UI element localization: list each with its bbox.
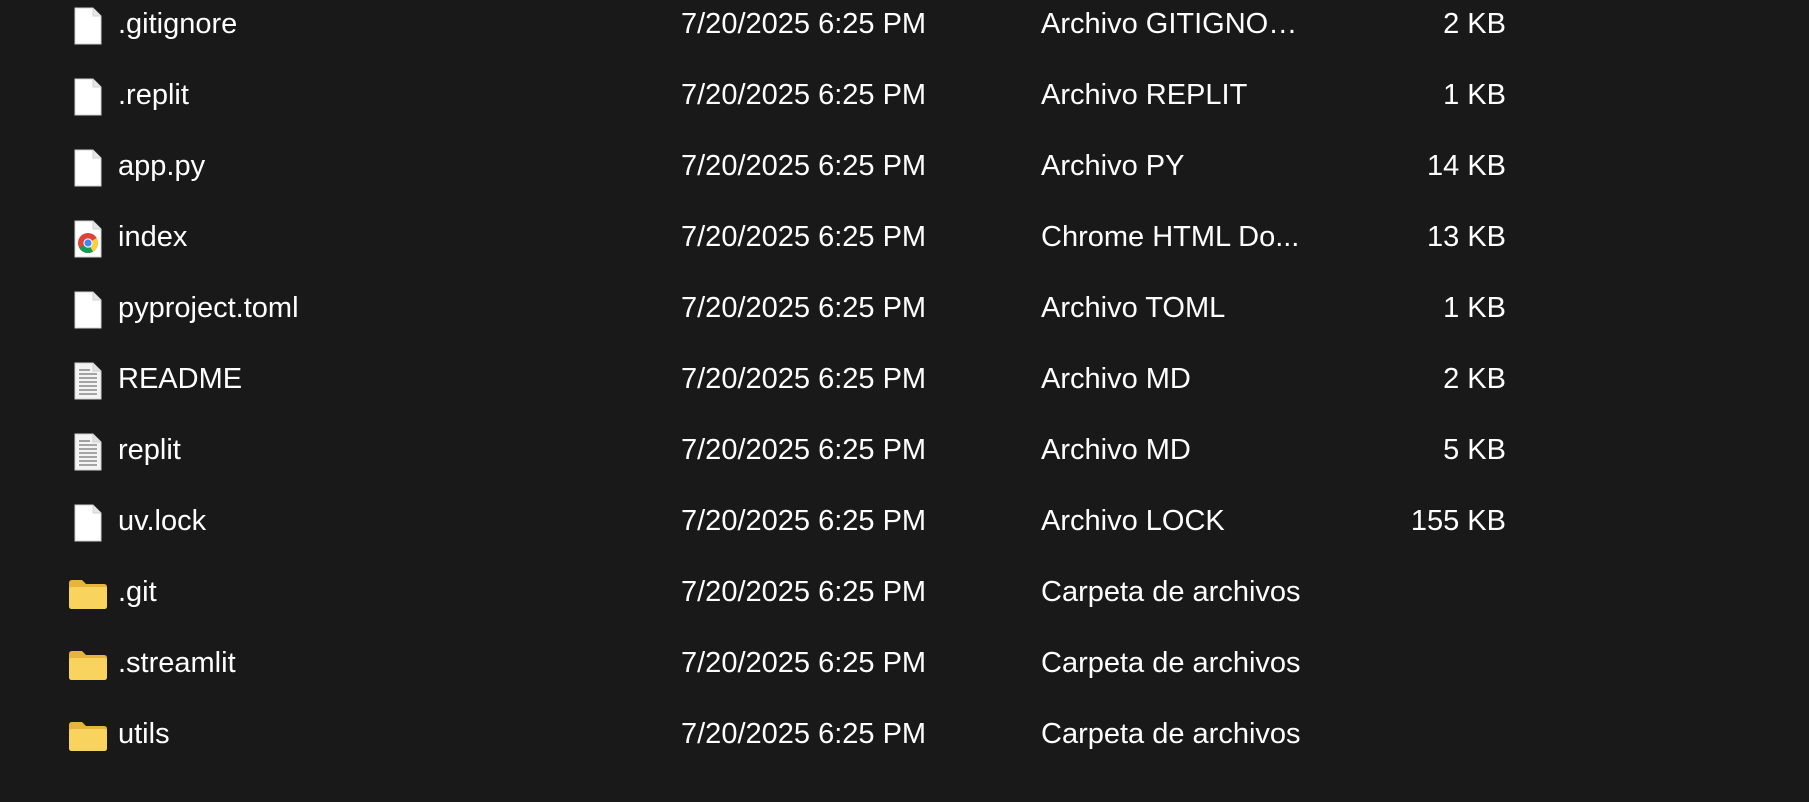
file-icon xyxy=(68,77,108,117)
chrome-html-icon xyxy=(68,219,108,259)
file-type: Carpeta de archivos xyxy=(1041,647,1301,679)
file-size xyxy=(1370,639,1506,701)
folder-icon xyxy=(68,645,108,685)
file-row-gitignore[interactable]: .gitignore 7/20/2025 6:25 PM Archivo GIT… xyxy=(0,0,1600,62)
file-icon xyxy=(68,148,108,188)
file-type: Archivo GITIGNORE xyxy=(1041,8,1303,40)
text-document-icon xyxy=(68,432,108,472)
file-size: 13 KB xyxy=(1427,221,1506,253)
file-size: 14 KB xyxy=(1427,150,1506,182)
file-type: Archivo TOML xyxy=(1041,292,1226,324)
file-name: index xyxy=(118,221,188,253)
file-date: 7/20/2025 6:25 PM xyxy=(681,221,927,253)
folder-row-streamlit[interactable]: .streamlit 7/20/2025 6:25 PM Carpeta de … xyxy=(0,639,1600,701)
file-row-uv-lock[interactable]: uv.lock 7/20/2025 6:25 PM Archivo LOCK 1… xyxy=(0,497,1600,559)
file-type: Carpeta de archivos xyxy=(1041,718,1301,750)
file-type: Carpeta de archivos xyxy=(1041,576,1301,608)
file-size: 2 KB xyxy=(1443,8,1506,40)
file-date: 7/20/2025 6:25 PM xyxy=(681,505,927,537)
file-size: 5 KB xyxy=(1443,434,1506,466)
file-date: 7/20/2025 6:25 PM xyxy=(681,150,927,182)
file-size: 1 KB xyxy=(1443,292,1506,324)
file-row-replit-config[interactable]: .replit 7/20/2025 6:25 PM Archivo REPLIT… xyxy=(0,71,1600,133)
file-size: 155 KB xyxy=(1410,505,1506,537)
file-list: .gitignore 7/20/2025 6:25 PM Archivo GIT… xyxy=(0,0,1809,802)
file-name: pyproject.toml xyxy=(118,292,299,324)
file-icon xyxy=(68,290,108,330)
file-size: 2 KB xyxy=(1443,363,1506,395)
file-date: 7/20/2025 6:25 PM xyxy=(681,363,927,395)
file-size xyxy=(1370,710,1506,772)
file-row-app-py[interactable]: app.py 7/20/2025 6:25 PM Archivo PY 14 K… xyxy=(0,142,1600,204)
file-date: 7/20/2025 6:25 PM xyxy=(681,576,927,608)
file-date: 7/20/2025 6:25 PM xyxy=(681,434,927,466)
file-row-pyproject[interactable]: pyproject.toml 7/20/2025 6:25 PM Archivo… xyxy=(0,284,1600,346)
file-name: utils xyxy=(118,718,170,750)
file-size xyxy=(1370,568,1506,630)
file-date: 7/20/2025 6:25 PM xyxy=(681,647,927,679)
file-name: app.py xyxy=(118,150,206,182)
file-type: Chrome HTML Do... xyxy=(1041,221,1300,253)
file-type: Archivo PY xyxy=(1041,150,1185,182)
file-date: 7/20/2025 6:25 PM xyxy=(681,79,927,111)
file-row-replit-md[interactable]: replit 7/20/2025 6:25 PM Archivo MD 5 KB xyxy=(0,426,1600,488)
file-name: .gitignore xyxy=(118,8,238,40)
text-document-icon xyxy=(68,361,108,401)
file-name: uv.lock xyxy=(118,505,207,537)
file-icon xyxy=(68,6,108,46)
file-size: 1 KB xyxy=(1443,79,1506,111)
folder-row-git[interactable]: .git 7/20/2025 6:25 PM Carpeta de archiv… xyxy=(0,568,1600,630)
file-name: README xyxy=(118,363,243,395)
file-date: 7/20/2025 6:25 PM xyxy=(681,8,927,40)
file-name: .replit xyxy=(118,79,189,111)
file-row-index[interactable]: index 7/20/2025 6:25 PM Chrome HTML Do..… xyxy=(0,213,1600,275)
file-icon xyxy=(68,503,108,543)
file-type: Archivo REPLIT xyxy=(1041,79,1248,111)
file-date: 7/20/2025 6:25 PM xyxy=(681,718,927,750)
folder-icon xyxy=(68,716,108,756)
folder-icon xyxy=(68,574,108,614)
file-date: 7/20/2025 6:25 PM xyxy=(681,292,927,324)
file-type: Archivo MD xyxy=(1041,363,1191,395)
file-name: .git xyxy=(118,576,157,608)
file-name: .streamlit xyxy=(118,647,236,679)
file-name: replit xyxy=(118,434,181,466)
folder-row-utils[interactable]: utils 7/20/2025 6:25 PM Carpeta de archi… xyxy=(0,710,1600,772)
file-row-readme[interactable]: README 7/20/2025 6:25 PM Archivo MD 2 KB xyxy=(0,355,1600,417)
file-type: Archivo MD xyxy=(1041,434,1191,466)
file-type: Archivo LOCK xyxy=(1041,505,1225,537)
